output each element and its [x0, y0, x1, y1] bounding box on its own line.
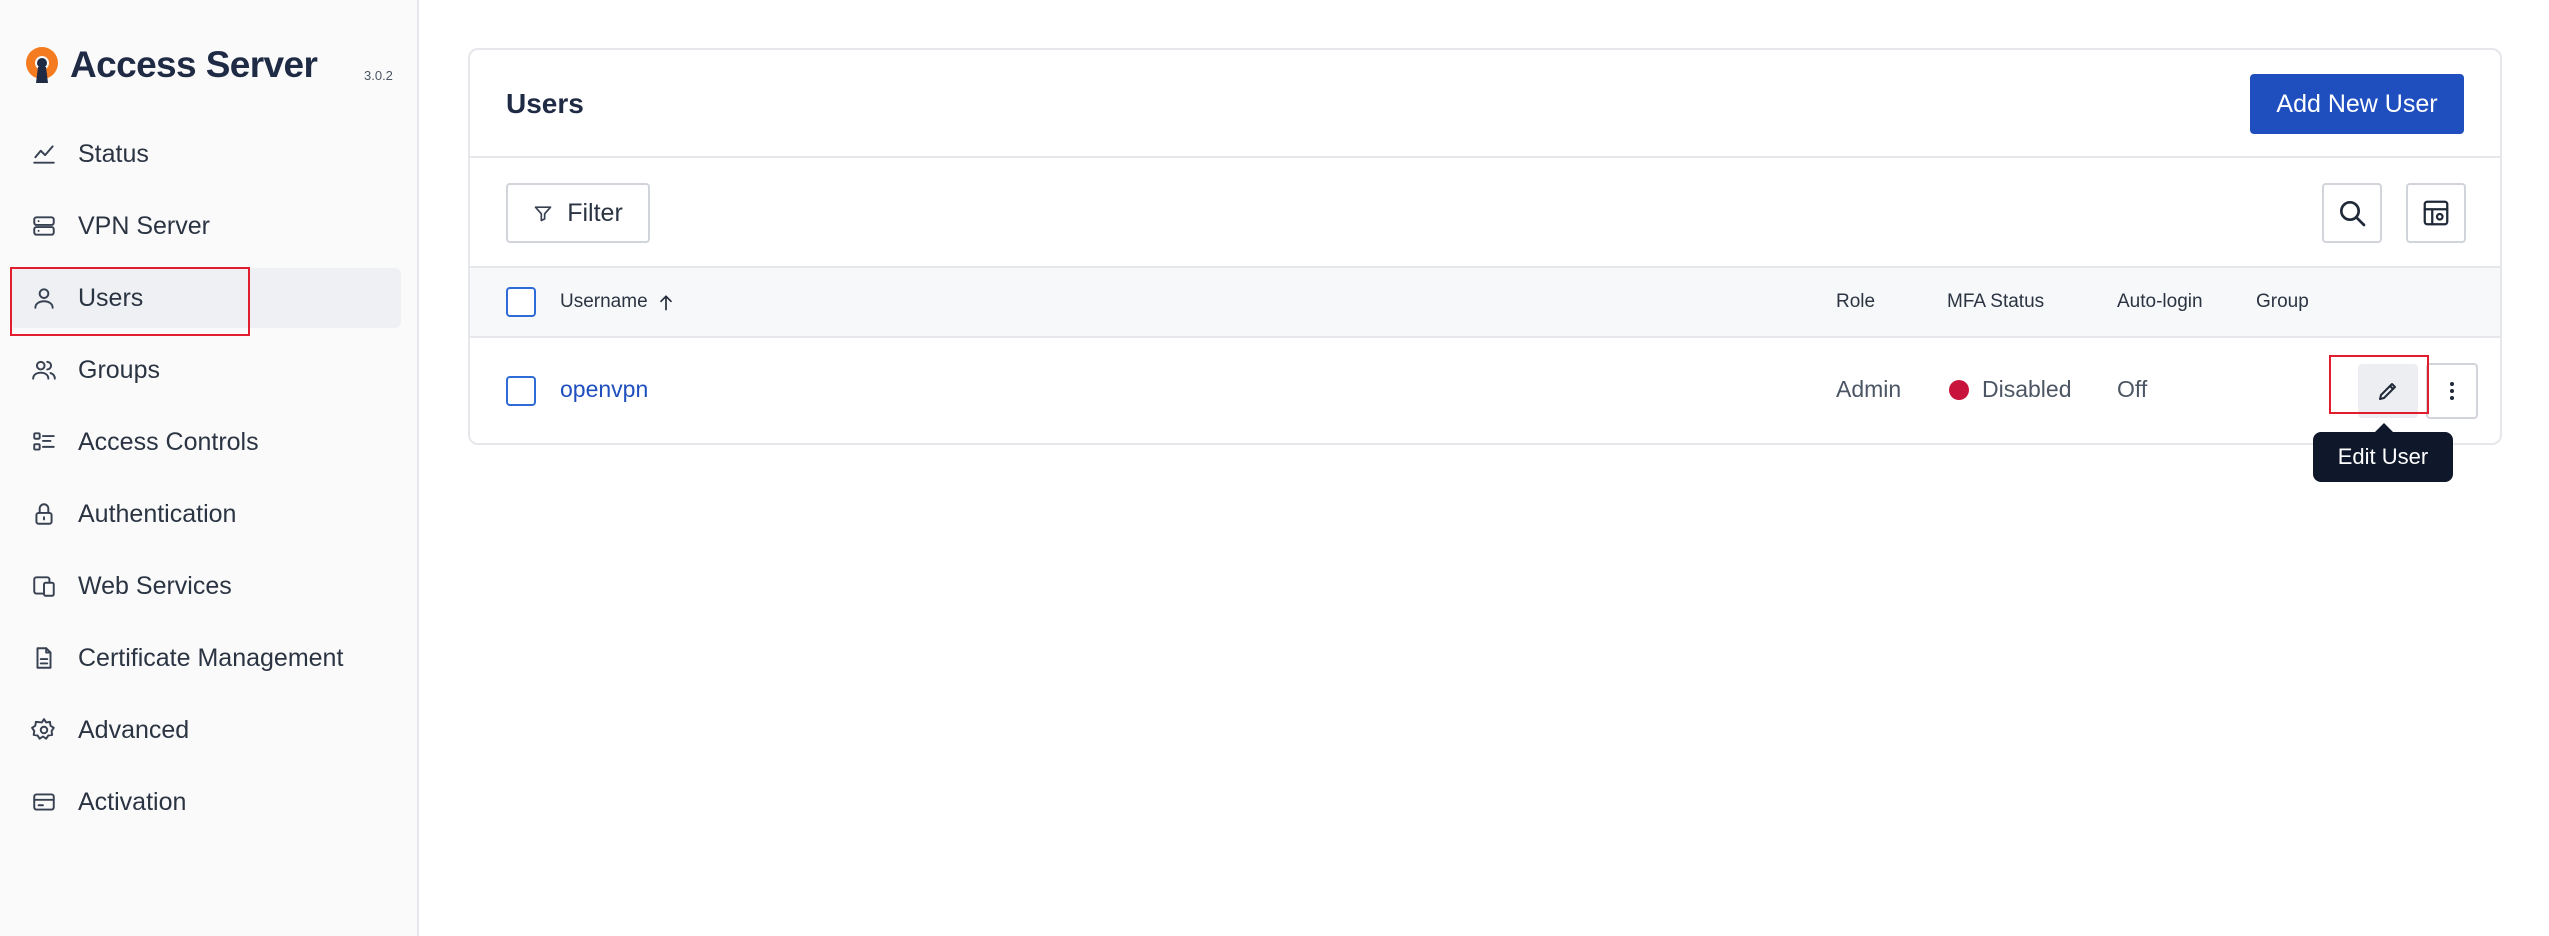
sidebar-item-label: Access Controls: [78, 427, 259, 456]
sidebar-item-authentication[interactable]: Authentication: [10, 484, 401, 544]
filter-button[interactable]: Filter: [506, 183, 650, 243]
table-toolbar: Filter: [470, 158, 2500, 268]
mfa-status-cell: Disabled: [1982, 376, 2072, 402]
column-settings-button[interactable]: [2406, 183, 2466, 243]
sidebar-item-web-services[interactable]: Web Services: [10, 556, 401, 616]
search-button[interactable]: [2322, 183, 2382, 243]
add-new-user-button[interactable]: Add New User: [2250, 74, 2464, 134]
version-label: 3.0.2: [364, 68, 393, 83]
more-vertical-icon: [2450, 382, 2454, 400]
column-header-username[interactable]: Username: [560, 291, 648, 313]
column-header-mfa-status[interactable]: MFA Status: [1947, 291, 2044, 313]
users-icon: [30, 356, 58, 384]
row-checkbox[interactable]: [506, 376, 536, 406]
edit-user-button[interactable]: [2358, 364, 2418, 418]
sidebar-item-activation[interactable]: Activation: [10, 772, 401, 832]
gear-icon: [30, 716, 58, 744]
column-header-auto-login[interactable]: Auto-login: [2117, 291, 2203, 313]
edit-user-tooltip: Edit User: [2313, 432, 2453, 482]
filter-label: Filter: [567, 198, 623, 227]
brand-name: Access Server: [70, 44, 318, 85]
table-settings-icon: [2423, 200, 2449, 226]
username-link[interactable]: openvpn: [560, 376, 648, 403]
column-header-role[interactable]: Role: [1836, 291, 1875, 313]
sidebar-item-groups[interactable]: Groups: [10, 340, 401, 400]
openvpn-logo-icon: [26, 47, 58, 83]
lock-icon: [30, 500, 58, 528]
devices-icon: [30, 572, 58, 600]
sidebar: Access Server 3.0.2 Status VPN Server Us…: [0, 0, 419, 936]
sidebar-item-label: VPN Server: [78, 211, 210, 240]
server-icon: [30, 212, 58, 240]
more-actions-button[interactable]: [2426, 363, 2478, 419]
chart-line-icon: [30, 140, 58, 168]
filter-icon: [534, 206, 552, 222]
sidebar-item-label: Status: [78, 139, 149, 168]
mfa-status-indicator: [1949, 380, 1969, 400]
search-icon: [2340, 201, 2366, 227]
sidebar-item-certificate-management[interactable]: Certificate Management: [10, 628, 401, 688]
user-icon: [30, 284, 58, 312]
sort-ascending-icon[interactable]: [656, 293, 676, 313]
select-all-checkbox[interactable]: [506, 287, 536, 317]
sidebar-item-access-controls[interactable]: Access Controls: [10, 412, 401, 472]
sidebar-item-label: Authentication: [78, 499, 237, 528]
sidebar-item-label: Advanced: [78, 715, 190, 744]
card-header: Users Add New User: [470, 50, 2500, 158]
document-icon: [30, 644, 58, 672]
role-cell: Admin: [1836, 376, 1902, 402]
sidebar-item-label: Users: [78, 283, 144, 312]
brand[interactable]: Access Server: [22, 44, 318, 86]
table-header: Username Role MFA Status Auto-login Grou…: [470, 268, 2500, 338]
sidebar-item-advanced[interactable]: Advanced: [10, 700, 401, 760]
auto-login-cell: Off: [2117, 376, 2148, 402]
card-icon: [30, 788, 58, 816]
sidebar-item-label: Groups: [78, 355, 160, 384]
pencil-icon: [2379, 383, 2396, 400]
users-card: Users Add New User Filter Username Role …: [468, 48, 2502, 445]
sidebar-item-status[interactable]: Status: [10, 124, 401, 184]
sidebar-nav: Status VPN Server Users Groups Access Co…: [10, 124, 401, 844]
column-header-group[interactable]: Group: [2256, 291, 2309, 313]
page-title: Users: [506, 88, 584, 119]
sidebar-item-users[interactable]: Users: [10, 268, 401, 328]
sidebar-item-label: Activation: [78, 787, 187, 816]
sidebar-item-label: Web Services: [78, 571, 232, 600]
table-row: openvpn Admin Disabled Off: [470, 338, 2500, 445]
sidebar-item-vpn-server[interactable]: VPN Server: [10, 196, 401, 256]
list-check-icon: [30, 428, 58, 456]
sidebar-item-label: Certificate Management: [78, 643, 344, 672]
